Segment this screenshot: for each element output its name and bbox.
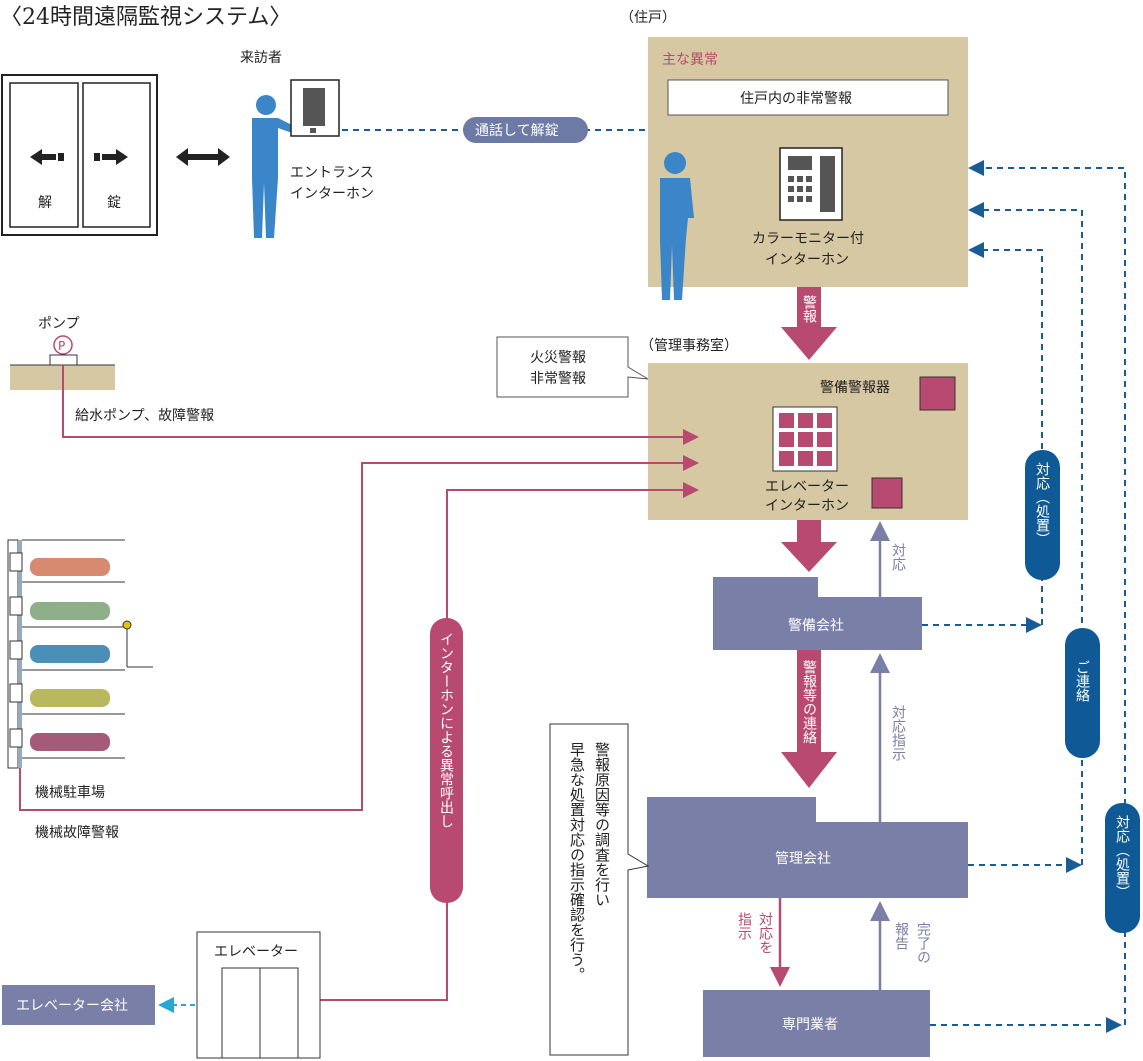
management-company-label: 管理会社 xyxy=(775,851,831,867)
emergency-alarm-label: 非常警報 xyxy=(530,371,586,387)
entrance-intercom-label-1: エントランス xyxy=(290,165,374,181)
mechanical-parking-icon xyxy=(7,539,153,769)
dwelling-label: （住戸） xyxy=(620,10,676,26)
door-left-label: 解 xyxy=(38,195,52,211)
elevator-intercom-label-2: インターホン xyxy=(765,498,849,514)
entrance-door: 解 錠 xyxy=(1,74,158,236)
monitor-label-2: インターホン xyxy=(765,252,849,268)
security-alarm-label: 警備警報器 xyxy=(820,380,890,396)
security-response-pill-label: 対応（処置） xyxy=(1034,462,1050,546)
visitor-label: 来訪者 xyxy=(240,50,282,66)
instruct-label-2: 指示 xyxy=(736,912,752,940)
security-company-box xyxy=(713,577,922,650)
alarm-arrow-label: 警報 xyxy=(801,295,817,323)
pump-symbol: P xyxy=(58,339,65,353)
security-response-label: 対応 xyxy=(890,543,906,572)
security-alarm-device xyxy=(919,376,956,411)
door-right-label: 錠 xyxy=(107,195,121,211)
parking-label: 機械駐車場 xyxy=(35,784,105,801)
entrance-intercom-label-2: インターホン xyxy=(290,186,374,202)
elevator-call-label: インターホンによる異常呼出し xyxy=(438,632,454,828)
specialist-response-pill-label: 対応（処置） xyxy=(1114,815,1130,899)
alarm-contact-label: 警報等の連絡 xyxy=(801,660,817,744)
instruct-label-1: 対応を xyxy=(757,912,773,954)
pump-label: ポンプ xyxy=(38,316,80,332)
report-label-2: 報告 xyxy=(893,922,909,950)
contact-pill-label: ご連絡 xyxy=(1074,660,1090,702)
diagram-title: 〈24時間遠隔監視システム〉 xyxy=(0,5,291,30)
remote-monitoring-diagram: 〈24時間遠隔監視システム〉 解 錠 来訪者 エントランス インターホン 通話し… xyxy=(0,5,1140,1059)
monitor-label-1: カラーモニター付 xyxy=(752,231,864,247)
specialist-label: 専門業者 xyxy=(782,1017,838,1033)
elevator-label: エレベーター xyxy=(214,944,298,960)
elevator-alarm-device xyxy=(871,477,903,509)
elevator-intercom-panel-icon xyxy=(772,406,838,472)
elevator-company-label: エレベーター会社 xyxy=(16,998,128,1014)
color-monitor-intercom-icon xyxy=(779,147,843,221)
investigation-line-2: 早急な処置対応の指示確認を行う。 xyxy=(568,742,586,982)
double-arrow-icon xyxy=(176,148,230,166)
fire-alarm-callout xyxy=(496,336,649,398)
fire-alarm-label: 火災警報 xyxy=(530,350,586,366)
pump-alarm-label: 給水ポンプ、故障警報 xyxy=(75,408,214,424)
entrance-intercom-icon xyxy=(290,79,340,137)
main-abnormal-label: 主な異常 xyxy=(662,52,718,68)
elevator-intercom-label-1: エレベーター xyxy=(765,479,849,495)
call-pill-label: 通話して解錠 xyxy=(475,122,559,139)
elevator-call-line xyxy=(320,482,699,1001)
response-instruction-label: 対応指示 xyxy=(890,705,906,761)
office-label: （管理事務室） xyxy=(640,337,738,354)
report-label-1: 完了の xyxy=(915,922,931,964)
investigation-line-1: 警報原因等の調査を行い xyxy=(593,742,611,907)
parking-alarm-label: 機械故障警報 xyxy=(35,825,119,841)
dwelling-alarm-label: 住戸内の非常警報 xyxy=(740,91,852,107)
security-company-label: 警備会社 xyxy=(788,618,844,634)
management-company-box xyxy=(647,797,968,898)
